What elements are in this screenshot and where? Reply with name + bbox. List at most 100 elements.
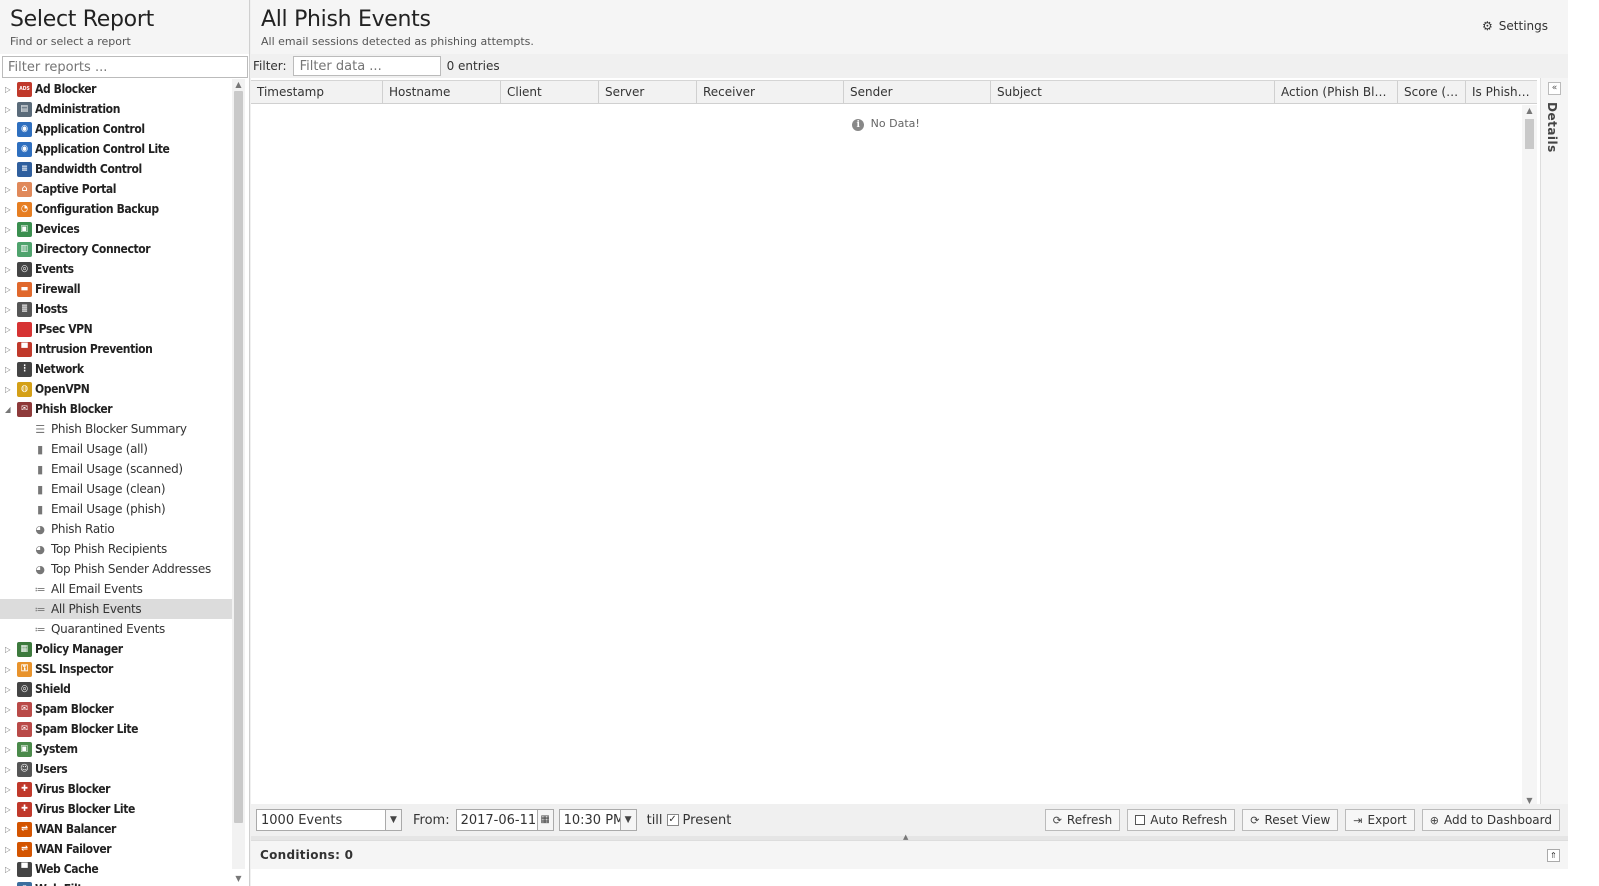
report-item-email-usage-clean-[interactable]: ▮ Email Usage (clean) (0, 479, 236, 499)
report-category-application-control-lite[interactable]: ▷ ◉ Application Control Lite (0, 139, 236, 159)
events-limit-select[interactable]: 1000 Events ▼ (256, 809, 402, 831)
report-category-openvpn[interactable]: ▷ ◍ OpenVPN (0, 379, 236, 399)
report-category-hosts[interactable]: ▷ ≣ Hosts (0, 299, 236, 319)
collapsed-arrow-icon[interactable]: ▷ (5, 245, 15, 254)
grid-scrollbar[interactable]: ▲ ▼ (1522, 105, 1537, 805)
collapsed-arrow-icon[interactable]: ▷ (5, 185, 15, 194)
settings-button[interactable]: ⚙ Settings (1482, 19, 1548, 33)
report-item-all-email-events[interactable]: ≔ All Email Events (0, 579, 236, 599)
scrollbar-thumb[interactable] (1525, 119, 1534, 149)
report-category-virus-blocker[interactable]: ▷ ✚ Virus Blocker (0, 779, 236, 799)
report-item-top-phish-recipients[interactable]: ◕ Top Phish Recipients (0, 539, 236, 559)
collapsed-arrow-icon[interactable]: ▷ (5, 845, 15, 854)
collapsed-arrow-icon[interactable]: ▷ (5, 165, 15, 174)
calendar-icon[interactable]: ▦ (536, 810, 553, 830)
report-category-web-filter[interactable]: ▷◍Web Filter (0, 879, 236, 886)
report-category-administration[interactable]: ▷ ▤ Administration (0, 99, 236, 119)
scroll-down-arrow-icon[interactable]: ▼ (232, 874, 245, 883)
report-category-configuration-backup[interactable]: ▷ ◔ Configuration Backup (0, 199, 236, 219)
report-category-network[interactable]: ▷ ⋮ Network (0, 359, 236, 379)
collapsed-arrow-icon[interactable]: ▷ (5, 265, 15, 274)
column-header-hostname[interactable]: Hostname (383, 81, 501, 104)
collapsed-arrow-icon[interactable]: ▷ (5, 225, 15, 234)
report-item-email-usage-all-[interactable]: ▮ Email Usage (all) (0, 439, 236, 459)
report-item-all-phish-events[interactable]: ≔ All Phish Events (0, 599, 236, 619)
collapsed-arrow-icon[interactable]: ▷ (5, 105, 15, 114)
from-date-field[interactable]: 2017-06-11 ▦ (455, 809, 554, 831)
from-time-field[interactable]: 10:30 PM ▼ (558, 809, 637, 831)
report-category-ipsec-vpn[interactable]: ▷ IPsec VPN (0, 319, 236, 339)
column-header-timestamp[interactable]: Timestamp (251, 81, 383, 104)
expand-details-icon[interactable]: « (1548, 82, 1561, 95)
chevron-down-icon[interactable]: ▼ (619, 810, 636, 830)
report-category-captive-portal[interactable]: ▷ ⌂ Captive Portal (0, 179, 236, 199)
scroll-up-arrow-icon[interactable]: ▲ (1522, 106, 1537, 115)
filter-data-input[interactable] (292, 56, 441, 76)
collapsed-arrow-icon[interactable]: ▷ (5, 285, 15, 294)
report-item-phish-ratio[interactable]: ◕ Phish Ratio (0, 519, 236, 539)
report-category-events[interactable]: ▷ ◎ Events (0, 259, 236, 279)
report-item-phish-blocker-summary[interactable]: ☰ Phish Blocker Summary (0, 419, 236, 439)
report-tree-scrollbar[interactable]: ▲ ▼ (232, 79, 245, 883)
scroll-up-arrow-icon[interactable]: ▲ (232, 80, 245, 89)
collapsed-arrow-icon[interactable]: ▷ (5, 345, 15, 354)
report-category-devices[interactable]: ▷ ▣ Devices (0, 219, 236, 239)
column-header-server[interactable]: Server (599, 81, 697, 104)
collapsed-arrow-icon[interactable]: ▷ (5, 785, 15, 794)
collapsed-arrow-icon[interactable]: ▷ (5, 825, 15, 834)
report-category-spam-blocker-lite[interactable]: ▷ ✉ Spam Blocker Lite (0, 719, 236, 739)
reset-view-button[interactable]: ⟳ Reset View (1242, 809, 1339, 831)
report-category-virus-blocker-lite[interactable]: ▷ ✚ Virus Blocker Lite (0, 799, 236, 819)
column-header-score[interactable]: Score (Phish Blocker) (1398, 81, 1466, 104)
collapsed-arrow-icon[interactable]: ▷ (5, 665, 15, 674)
refresh-button[interactable]: ⟳ Refresh (1044, 809, 1121, 831)
report-item-email-usage-scanned-[interactable]: ▮ Email Usage (scanned) (0, 459, 236, 479)
collapsed-arrow-icon[interactable]: ▷ (5, 865, 15, 874)
details-panel-collapsed[interactable]: « Details (1540, 78, 1568, 804)
collapsed-arrow-icon[interactable]: ▷ (5, 145, 15, 154)
report-category-shield[interactable]: ▷ ◎ Shield (0, 679, 236, 699)
column-header-subject[interactable]: Subject (991, 81, 1275, 104)
report-category-intrusion-prevention[interactable]: ▷ ▀ Intrusion Prevention (0, 339, 236, 359)
report-category-wan-balancer[interactable]: ▷ ⇌ WAN Balancer (0, 819, 236, 839)
collapsed-arrow-icon[interactable]: ▷ (5, 305, 15, 314)
report-category-application-control[interactable]: ▷ ◉ Application Control (0, 119, 236, 139)
collapsed-arrow-icon[interactable]: ▷ (5, 805, 15, 814)
report-item-email-usage-phish-[interactable]: ▮ Email Usage (phish) (0, 499, 236, 519)
report-item-quarantined-events[interactable]: ≔ Quarantined Events (0, 619, 236, 639)
report-category-web-cache[interactable]: ▷ ▀ Web Cache (0, 859, 236, 879)
auto-refresh-button[interactable]: Auto Refresh (1127, 809, 1236, 831)
scrollbar-thumb[interactable] (234, 91, 243, 823)
report-category-policy-manager[interactable]: ▷ ▦ Policy Manager (0, 639, 236, 659)
collapsed-arrow-icon[interactable]: ▷ (5, 645, 15, 654)
column-header-receiver[interactable]: Receiver (697, 81, 844, 104)
add-to-dashboard-button[interactable]: ⊕ Add to Dashboard (1421, 809, 1560, 831)
column-header-client[interactable]: Client (501, 81, 599, 104)
collapsed-arrow-icon[interactable]: ▷ (5, 325, 15, 334)
export-button[interactable]: ⇥ Export (1345, 809, 1415, 831)
expand-conditions-icon[interactable]: ⇑ (1547, 849, 1560, 862)
column-header-sender[interactable]: Sender (844, 81, 991, 104)
report-category-firewall[interactable]: ▷ ▬ Firewall (0, 279, 236, 299)
present-checkbox[interactable]: ✓ (666, 814, 679, 826)
report-category-directory-connector[interactable]: ▷ ▥ Directory Connector (0, 239, 236, 259)
report-category-bandwidth-control[interactable]: ▷ ≡ Bandwidth Control (0, 159, 236, 179)
collapsed-arrow-icon[interactable]: ▷ (5, 725, 15, 734)
collapsed-arrow-icon[interactable]: ▷ (5, 765, 15, 774)
expanded-arrow-icon[interactable]: ◢ (5, 405, 15, 414)
collapsed-arrow-icon[interactable]: ▷ (5, 125, 15, 134)
column-header-action[interactable]: Action (Phish Blocker) (1275, 81, 1398, 104)
collapsed-arrow-icon[interactable]: ▷ (5, 745, 15, 754)
report-category-users[interactable]: ▷ ☺ Users (0, 759, 236, 779)
report-category-system[interactable]: ▷ ▣ System (0, 739, 236, 759)
collapsed-arrow-icon[interactable]: ▷ (5, 365, 15, 374)
filter-reports-input[interactable] (2, 56, 248, 78)
chevron-down-icon[interactable]: ▼ (385, 810, 401, 830)
collapsed-arrow-icon[interactable]: ▷ (5, 85, 15, 94)
collapsed-arrow-icon[interactable]: ▷ (5, 205, 15, 214)
report-item-top-phish-sender-addresses[interactable]: ◕ Top Phish Sender Addresses (0, 559, 236, 579)
column-header-is-phish[interactable]: Is Phish (Phish Blocker) (1466, 81, 1537, 104)
report-category-spam-blocker[interactable]: ▷ ✉ Spam Blocker (0, 699, 236, 719)
collapsed-arrow-icon[interactable]: ▷ (5, 385, 15, 394)
report-category-phish-blocker[interactable]: ◢ ✉ Phish Blocker (0, 399, 236, 419)
